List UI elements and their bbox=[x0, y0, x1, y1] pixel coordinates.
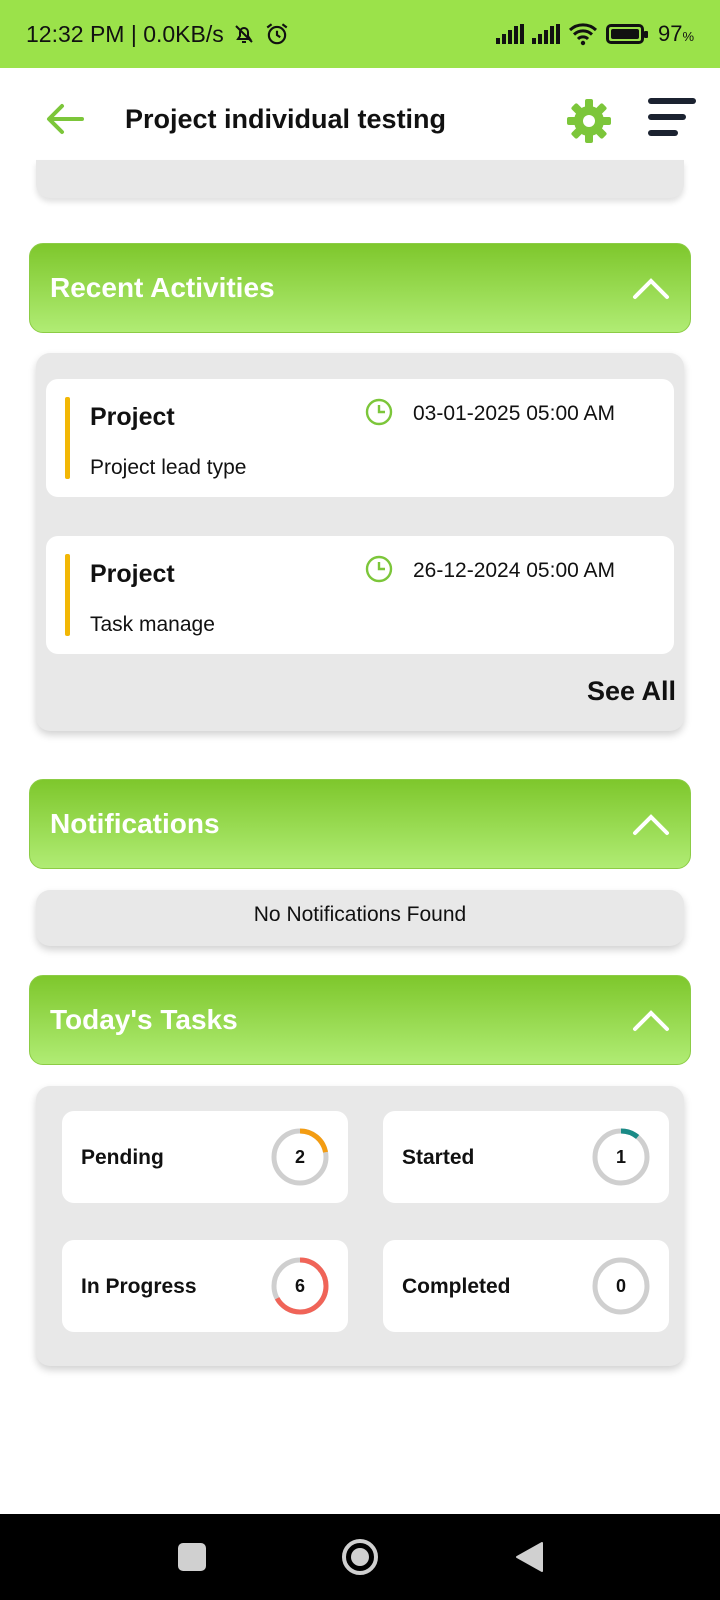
clock-icon bbox=[365, 398, 393, 426]
gear-icon[interactable] bbox=[566, 98, 612, 144]
activity-title: Project bbox=[90, 403, 175, 431]
activity-date: 26-12-2024 05:00 AM bbox=[413, 559, 615, 582]
todays-tasks-panel: Pending 2 Started 1 In Progress 6 Comple… bbox=[36, 1086, 684, 1366]
task-count: 2 bbox=[294, 1147, 305, 1167]
chevron-up-icon[interactable] bbox=[632, 812, 670, 836]
activity-item[interactable]: Project Project lead type 03-01-2025 05:… bbox=[46, 379, 674, 497]
notifications-panel: No Notifications Found bbox=[36, 890, 684, 946]
section-title: Notifications bbox=[50, 808, 220, 839]
bell-off-icon bbox=[235, 25, 253, 43]
home-button[interactable] bbox=[340, 1537, 380, 1577]
progress-ring: 0 bbox=[591, 1256, 651, 1316]
status-time: 12:32 PM | 0.0KB/s bbox=[26, 20, 224, 47]
activity-description: Task manage bbox=[90, 613, 215, 636]
accent-bar bbox=[65, 554, 70, 636]
menu-icon[interactable] bbox=[648, 98, 696, 138]
chevron-up-icon[interactable] bbox=[632, 276, 670, 300]
task-card-completed[interactable]: Completed 0 bbox=[383, 1240, 669, 1332]
battery-icon bbox=[605, 24, 648, 44]
recent-activities-header[interactable]: Recent Activities bbox=[29, 243, 691, 333]
app-bar: Project individual testing bbox=[0, 68, 720, 170]
clock-icon bbox=[365, 555, 393, 583]
empty-notifications-text: No Notifications Found bbox=[253, 903, 467, 926]
alarm-icon bbox=[266, 23, 288, 45]
battery-level: 97 bbox=[657, 21, 683, 46]
previous-card-bottom bbox=[36, 160, 684, 198]
activity-item[interactable]: Project Task manage 26-12-2024 05:00 AM bbox=[46, 536, 674, 654]
progress-ring: 2 bbox=[270, 1127, 330, 1187]
task-label: Completed bbox=[402, 1275, 511, 1298]
chevron-up-icon[interactable] bbox=[632, 1008, 670, 1032]
progress-ring: 1 bbox=[591, 1127, 651, 1187]
signal-icon bbox=[495, 24, 524, 44]
task-card-pending[interactable]: Pending 2 bbox=[62, 1111, 348, 1203]
accent-bar bbox=[65, 397, 70, 479]
activity-description: Project lead type bbox=[90, 456, 247, 479]
back-button[interactable] bbox=[514, 1541, 544, 1573]
see-all-link[interactable]: See All bbox=[587, 676, 676, 707]
task-count: 1 bbox=[615, 1147, 626, 1167]
task-count: 0 bbox=[615, 1276, 626, 1296]
activity-date: 03-01-2025 05:00 AM bbox=[413, 402, 615, 425]
task-count: 6 bbox=[294, 1276, 305, 1296]
signal-icon-2 bbox=[531, 24, 560, 44]
progress-ring: 6 bbox=[270, 1256, 330, 1316]
activity-title: Project bbox=[90, 560, 175, 588]
back-arrow-icon[interactable] bbox=[44, 102, 84, 136]
section-title: Today's Tasks bbox=[50, 1004, 238, 1035]
section-title: Recent Activities bbox=[50, 272, 275, 303]
todays-tasks-header[interactable]: Today's Tasks bbox=[29, 975, 691, 1065]
page-title: Project individual testing bbox=[125, 104, 447, 134]
task-card-started[interactable]: Started 1 bbox=[383, 1111, 669, 1203]
status-bar: 12:32 PM | 0.0KB/s 97% bbox=[0, 0, 720, 68]
recent-apps-button[interactable] bbox=[178, 1543, 206, 1571]
wifi-icon bbox=[568, 23, 597, 46]
task-label: In Progress bbox=[81, 1275, 197, 1298]
task-label: Pending bbox=[81, 1146, 164, 1169]
task-label: Started bbox=[402, 1146, 475, 1169]
recent-activities-panel: Project Project lead type 03-01-2025 05:… bbox=[36, 353, 684, 731]
notifications-header[interactable]: Notifications bbox=[29, 779, 691, 869]
task-card-in-progress[interactable]: In Progress 6 bbox=[62, 1240, 348, 1332]
